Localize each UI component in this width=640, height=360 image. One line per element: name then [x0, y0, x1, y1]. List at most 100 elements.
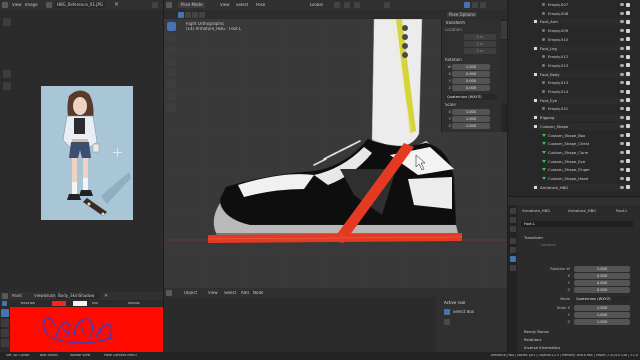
tool-option-icon[interactable] — [444, 319, 450, 325]
npanel-rotation-mode[interactable]: Quaternion (WXYZ) — [445, 94, 497, 100]
outliner-row[interactable]: Rigging — [532, 114, 632, 121]
exclude-checkbox[interactable] — [626, 19, 630, 24]
visibility-eye-icon[interactable] — [620, 150, 624, 154]
npanel-rotation-w[interactable]: 1.000 — [452, 64, 490, 70]
node-menu-select[interactable]: Select — [224, 291, 236, 295]
color-swatch[interactable] — [52, 301, 66, 306]
props-rotation-y[interactable]: 0.000 — [574, 280, 630, 286]
editor-type-icon[interactable] — [2, 2, 8, 8]
zoom-icon[interactable] — [402, 25, 408, 31]
visibility-eye-icon[interactable] — [620, 63, 624, 67]
exclude-checkbox[interactable] — [626, 28, 630, 33]
bone-name-field[interactable]: Foot.L — [521, 221, 633, 227]
visibility-eye-icon[interactable] — [620, 3, 624, 6]
tab-animation[interactable] — [501, 73, 507, 103]
ruler-tool-icon[interactable] — [3, 18, 11, 26]
exclude-checkbox[interactable] — [626, 176, 630, 181]
outliner-row[interactable]: Custom_Shape_Chest — [532, 140, 632, 147]
exclude-checkbox[interactable] — [626, 2, 630, 7]
node-editor-type-icon[interactable] — [166, 289, 172, 296]
fill-tool-icon[interactable] — [1, 339, 9, 347]
paint-menu-view[interactable]: View — [34, 294, 44, 298]
exclude-checkbox[interactable] — [626, 72, 630, 77]
select-invert-icon[interactable] — [199, 11, 205, 18]
render-props-icon[interactable] — [509, 217, 516, 223]
image-name-field[interactable]: HBG_Reference_01.JPG — [55, 2, 105, 8]
outliner-row[interactable]: Empty.010 — [532, 36, 632, 43]
visibility-eye-icon[interactable] — [620, 168, 624, 172]
paint-editor-type-icon[interactable] — [2, 293, 8, 299]
exclude-checkbox[interactable] — [626, 185, 630, 190]
exclude-checkbox[interactable] — [626, 167, 630, 172]
exclude-checkbox[interactable] — [626, 150, 630, 155]
cursor-tool-icon[interactable] — [167, 33, 176, 42]
outliner-row[interactable]: Custom_Shape_Cone — [532, 149, 632, 156]
annotate-tool-icon[interactable] — [3, 82, 11, 90]
npanel-scale-z[interactable]: 1.000 — [452, 123, 490, 129]
node-menu-node[interactable]: Node — [253, 291, 263, 295]
outliner-row[interactable]: Empty.021 — [532, 105, 632, 112]
exclude-checkbox[interactable] — [626, 54, 630, 59]
output-props-icon[interactable] — [509, 226, 516, 232]
visibility-eye-icon[interactable] — [620, 116, 624, 120]
exclude-checkbox[interactable] — [626, 124, 630, 129]
visibility-eye-icon[interactable] — [620, 20, 624, 24]
rotate-tool-icon[interactable] — [167, 57, 176, 66]
node-menu-add[interactable]: Add — [241, 291, 249, 295]
outliner-row[interactable]: Foot_Arm — [532, 18, 632, 25]
visibility-eye-icon[interactable] — [620, 37, 624, 41]
outliner-row[interactable]: Foot_Leg — [532, 45, 632, 52]
paint-menu-brush[interactable]: Brush — [44, 294, 56, 298]
exclude-checkbox[interactable] — [626, 133, 630, 137]
pivot-icon[interactable] — [334, 2, 340, 8]
menu-view[interactable]: View — [12, 3, 22, 7]
exclude-checkbox[interactable] — [626, 106, 630, 111]
npanel-rotation-x[interactable]: 0.000 — [452, 71, 490, 77]
move-tool-icon[interactable] — [167, 46, 176, 55]
visibility-eye-icon[interactable] — [620, 11, 624, 15]
annotate-tool-icon-3d[interactable] — [167, 92, 176, 101]
section-bendy-bones[interactable]: Bendy Bones — [524, 329, 549, 334]
outliner-row[interactable]: Armature_HBG — [532, 184, 632, 191]
outliner-row[interactable]: Empty.014 — [532, 88, 632, 95]
transform-tool-icon[interactable] — [167, 79, 176, 88]
exclude-checkbox[interactable] — [626, 115, 630, 120]
pan-hand-icon[interactable] — [402, 34, 408, 40]
select-box-icon[interactable] — [444, 309, 450, 315]
exclude-checkbox[interactable] — [626, 46, 630, 50]
paint-canvas[interactable] — [10, 307, 163, 352]
snap-icon[interactable] — [344, 2, 350, 8]
node-object-select[interactable]: Object — [184, 291, 197, 295]
menu-pose[interactable]: Pose — [256, 3, 265, 7]
smear-tool-icon[interactable] — [1, 329, 9, 337]
menu-image[interactable]: Image — [25, 3, 38, 7]
npanel-location-z[interactable]: 0 m — [464, 48, 496, 54]
visibility-eye-icon[interactable] — [620, 29, 624, 33]
bone-constraint-icon[interactable] — [509, 265, 516, 271]
outliner-row[interactable]: Empty.007 — [532, 1, 632, 8]
outliner-row[interactable]: Empty.008 — [532, 10, 632, 17]
shading-render-icon[interactable] — [480, 2, 486, 8]
image-editor-canvas[interactable] — [0, 10, 163, 292]
bone-props-icon[interactable] — [509, 256, 516, 262]
visibility-eye-icon[interactable] — [620, 142, 624, 146]
outliner-row[interactable]: Custom_Shape_Eye — [532, 158, 632, 165]
select-subtract-icon[interactable] — [192, 11, 198, 18]
shading-material-icon[interactable] — [472, 2, 478, 8]
npanel-rotation-z[interactable]: 0.000 — [452, 85, 490, 91]
outliner-row[interactable]: Empty.009 — [532, 27, 632, 34]
npanel-location-x[interactable]: 0 m — [464, 34, 496, 40]
visibility-eye-icon[interactable] — [620, 90, 624, 93]
section-relations[interactable]: Relations — [524, 337, 541, 342]
image-browse-icon[interactable] — [46, 2, 52, 8]
exclude-checkbox[interactable] — [626, 11, 630, 16]
visibility-eye-icon[interactable] — [620, 124, 624, 128]
radius-field[interactable]: Radius — [128, 302, 140, 306]
close-icon[interactable]: ✕ — [114, 2, 119, 8]
pose-options-button[interactable]: Pose Options — [447, 12, 477, 17]
proportional-icon[interactable] — [354, 2, 360, 8]
viewport-canvas[interactable]: Right Orthographic (14) Armature_HBG : F… — [164, 19, 507, 288]
tab-view[interactable] — [501, 57, 507, 71]
outliner-row[interactable]: Custom_Shape_Head — [532, 175, 632, 182]
draw-tool-icon[interactable] — [1, 309, 9, 317]
